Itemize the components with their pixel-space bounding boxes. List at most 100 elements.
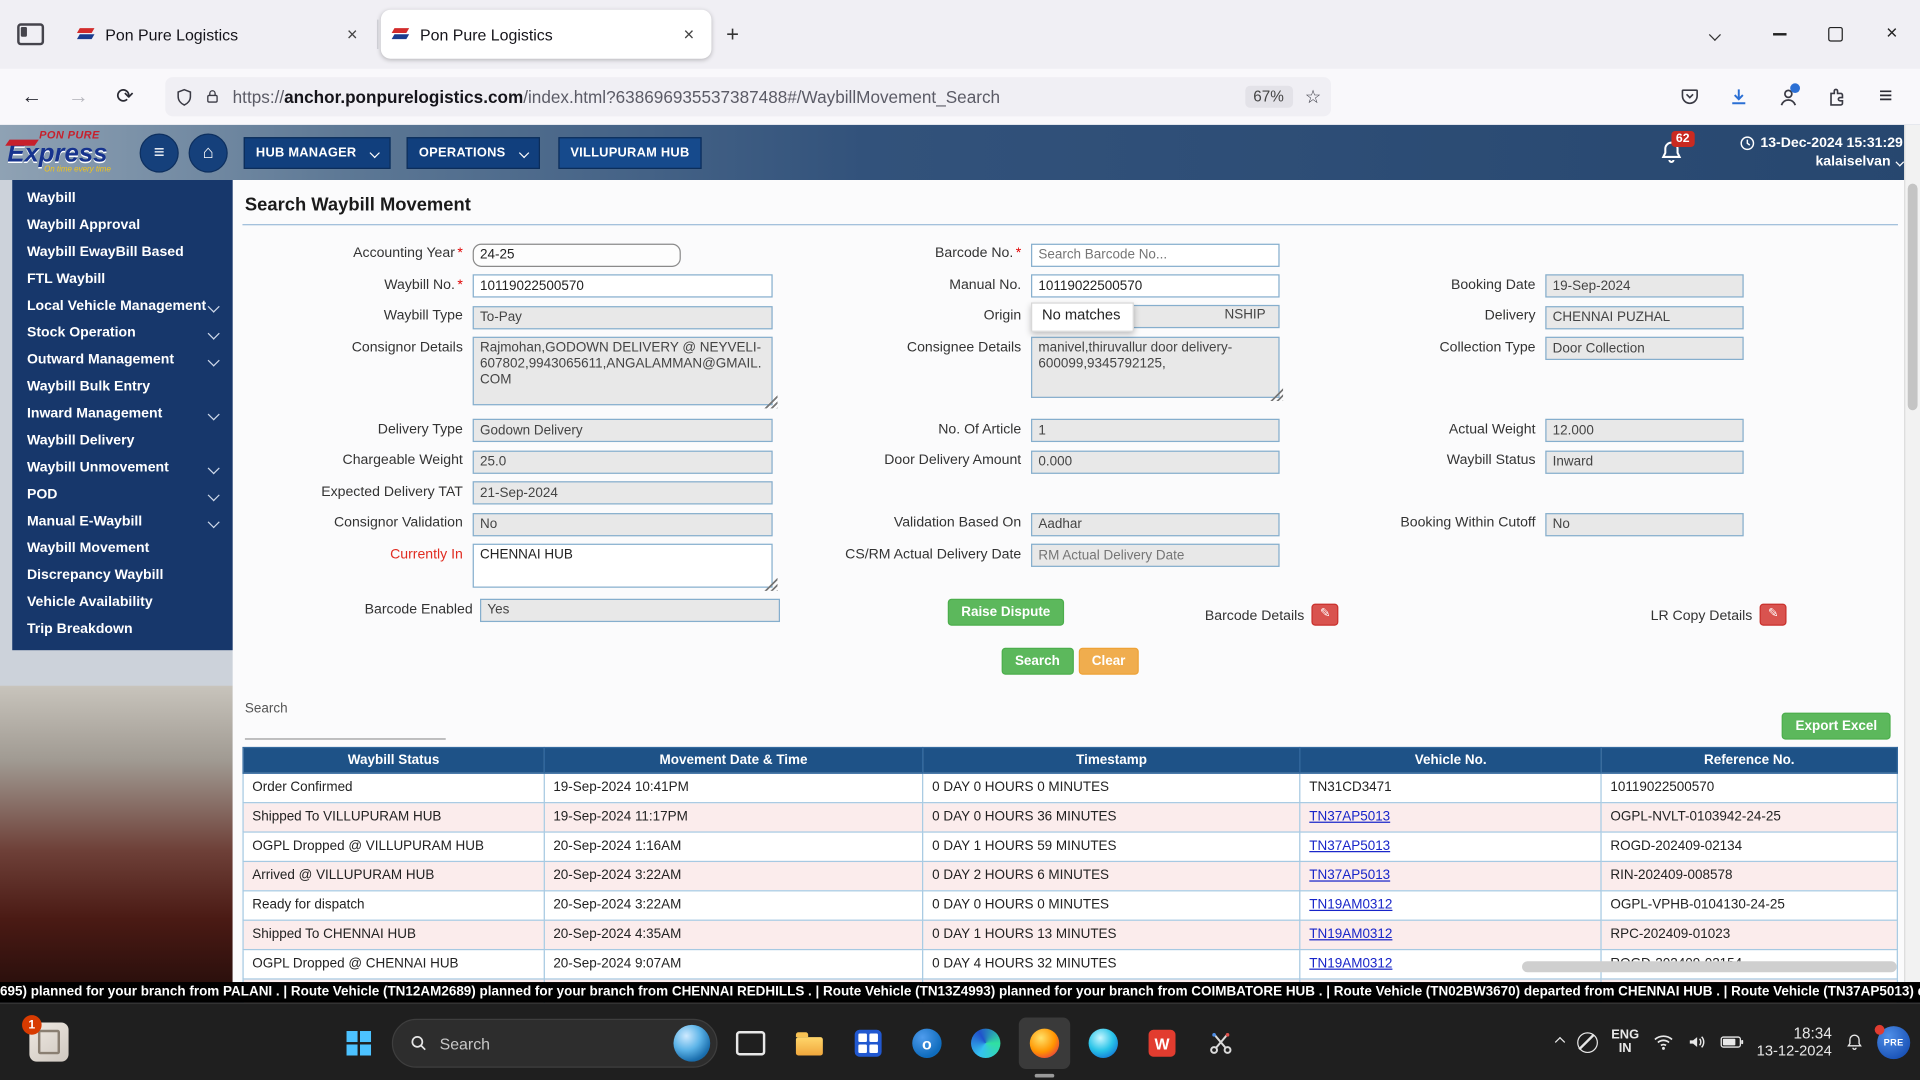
snipping-tool-icon[interactable] [1195, 1018, 1246, 1069]
language-indicator[interactable]: ENGIN [1611, 1029, 1639, 1056]
menu-toggle-button[interactable]: ≡ [140, 133, 179, 172]
lr-copy-details-edit-button[interactable]: ✎ [1760, 603, 1787, 625]
wps-office-icon[interactable]: W [1136, 1018, 1187, 1069]
vehicle-no-link[interactable]: TN19AM0312 [1309, 927, 1392, 942]
window-minimize-button[interactable] [1751, 10, 1807, 59]
tab-close-icon[interactable]: × [676, 21, 701, 47]
app-menu-icon[interactable]: ≡ [1866, 77, 1905, 116]
manual-no-label: Manual No. [780, 274, 1031, 292]
pre-recorder-badge[interactable]: PRE [1877, 1026, 1910, 1059]
sidebar-item-pod[interactable]: POD [12, 481, 232, 508]
export-excel-button[interactable]: Export Excel [1782, 712, 1891, 739]
currently-in-field[interactable]: CHENNAI HUB [473, 543, 773, 587]
firefox-icon-active[interactable] [1019, 1018, 1070, 1069]
notification-count-badge: 62 [1671, 130, 1694, 146]
sidebar-item-discrepancy-waybill[interactable]: Discrepancy Waybill [12, 562, 232, 589]
home-button[interactable]: ⌂ [189, 133, 228, 172]
notifications-button[interactable]: 62 [1659, 139, 1683, 170]
hub-label[interactable]: VILLUPURAM HUB [558, 137, 702, 169]
windows-logo-icon [347, 1031, 371, 1055]
back-icon[interactable]: ← [12, 77, 51, 116]
sidebar-item-outward-management[interactable]: Outward Management [12, 347, 232, 374]
microsoft-365-icon[interactable] [842, 1018, 893, 1069]
taskbar-search-box[interactable]: Search [392, 1019, 718, 1068]
sidebar-item-trip-breakdown[interactable]: Trip Breakdown [12, 616, 232, 643]
barcode-details-edit-button[interactable]: ✎ [1312, 603, 1339, 625]
battery-icon[interactable] [1720, 1035, 1743, 1050]
consignee-details-field[interactable]: manivel,thiruvallur door delivery-600099… [1031, 336, 1280, 397]
sidebar-item-stock-operation[interactable]: Stock Operation [12, 320, 232, 347]
taskbar-clock[interactable]: 18:34 13-12-2024 [1757, 1025, 1832, 1059]
extensions-icon[interactable] [1817, 77, 1856, 116]
waybill-no-field[interactable] [473, 274, 773, 297]
zoom-level-indicator[interactable]: 67% [1245, 86, 1293, 108]
hidden-icons-chevron[interactable] [1555, 1037, 1565, 1047]
reload-icon[interactable]: ⟳ [105, 77, 144, 116]
sidebar-item-waybill-delivery[interactable]: Waybill Delivery [12, 427, 232, 454]
firefox-view-icon[interactable] [10, 13, 52, 55]
window-maximize-button[interactable] [1807, 10, 1863, 59]
sidebar-item-label: Manual E-Waybill [27, 514, 142, 529]
user-menu[interactable]: kalaiselvan [1740, 152, 1903, 170]
raise-dispute-button[interactable]: Raise Dispute [948, 598, 1064, 625]
url-text[interactable]: https://anchor.ponpurelogistics.com/inde… [233, 87, 1233, 107]
url-bar[interactable]: https://anchor.ponpurelogistics.com/inde… [165, 77, 1331, 116]
sidebar-item-waybill-approval[interactable]: Waybill Approval [12, 212, 232, 239]
sidebar-item-waybill-unmovement[interactable]: Waybill Unmovement [12, 454, 232, 481]
sidebar-item-local-vehicle-management[interactable]: Local Vehicle Management [12, 293, 232, 320]
vehicle-no-link[interactable]: TN37AP5013 [1309, 839, 1390, 854]
sidebar-item-ftl-waybill[interactable]: FTL Waybill [12, 266, 232, 293]
sidebar-item-vehicle-availability[interactable]: Vehicle Availability [12, 589, 232, 616]
window-close-button[interactable]: × [1864, 10, 1920, 59]
vehicle-no-link[interactable]: TN19AM0312 [1309, 898, 1392, 913]
barcode-no-field[interactable] [1031, 243, 1280, 266]
sidebar-item-label: Discrepancy Waybill [27, 568, 163, 583]
manual-no-field[interactable] [1031, 274, 1280, 297]
downloads-icon[interactable] [1719, 77, 1758, 116]
notifications-bell-icon[interactable] [1845, 1032, 1863, 1052]
sidebar-item-manual-e-waybill[interactable]: Manual E-Waybill [12, 508, 232, 535]
role-dropdown[interactable]: HUB MANAGER [244, 137, 391, 169]
start-button[interactable] [333, 1018, 384, 1069]
validation-based-on-label: Validation Based On [780, 512, 1031, 530]
table-search-input[interactable] [245, 718, 446, 739]
new-tab-button[interactable]: + [714, 19, 751, 50]
lock-icon[interactable] [204, 87, 220, 107]
no-internet-globe-icon[interactable] [1577, 1032, 1598, 1053]
pocket-icon[interactable] [1670, 77, 1709, 116]
module-dropdown[interactable]: OPERATIONS [407, 137, 540, 169]
vehicle-no-link[interactable]: TN37AP5013 [1309, 809, 1390, 824]
tab-2-active[interactable]: Pon Pure Logistics × [381, 10, 712, 59]
clear-button[interactable]: Clear [1078, 647, 1139, 674]
consignor-details-field[interactable]: Rajmohan,GODOWN DELIVERY @ NEYVELI-60780… [473, 336, 773, 405]
taskbar-corner-app[interactable]: 1 [29, 1022, 68, 1061]
sidebar-item-waybill-bulk-entry[interactable]: Waybill Bulk Entry [12, 373, 232, 400]
bookmark-star-icon[interactable]: ☆ [1305, 86, 1321, 108]
sidebar-item-inward-management[interactable]: Inward Management [12, 400, 232, 427]
shield-icon[interactable] [175, 86, 193, 107]
sidebar-item-waybill-ewaybill-based[interactable]: Waybill EwayBill Based [12, 239, 232, 266]
cell-timestamp: 0 DAY 1 HOURS 13 MINUTES [923, 920, 1300, 949]
vertical-scrollbar[interactable] [1904, 125, 1920, 982]
csrm-actual-delivery-date-label: CS/RM Actual Delivery Date [780, 543, 1031, 561]
vertical-scrollbar-thumb[interactable] [1908, 184, 1918, 411]
edge-icon[interactable] [960, 1018, 1011, 1069]
search-highlight-icon[interactable] [673, 1025, 710, 1062]
volume-icon[interactable] [1687, 1033, 1707, 1050]
outlook-icon[interactable]: o [901, 1018, 952, 1069]
search-button[interactable]: Search [1001, 647, 1073, 674]
wifi-icon[interactable] [1653, 1033, 1674, 1050]
accounting-year-field[interactable] [473, 243, 681, 266]
tab-1[interactable]: Pon Pure Logistics × [66, 10, 375, 59]
file-explorer-icon[interactable] [784, 1018, 835, 1069]
list-all-tabs-icon[interactable] [1709, 28, 1721, 40]
account-icon[interactable] [1768, 77, 1807, 116]
sidebar-item-waybill-movement[interactable]: Waybill Movement [12, 535, 232, 562]
tab-close-icon[interactable]: × [339, 21, 364, 47]
widgets-app-icon[interactable] [725, 1018, 776, 1069]
sidebar-item-waybill[interactable]: Waybill [12, 185, 232, 212]
vehicle-no-link[interactable]: TN19AM0312 [1309, 956, 1392, 971]
horizontal-scrollbar-thumb[interactable] [1522, 961, 1897, 972]
browser-swirl-icon[interactable] [1078, 1018, 1129, 1069]
vehicle-no-link[interactable]: TN37AP5013 [1309, 868, 1390, 883]
